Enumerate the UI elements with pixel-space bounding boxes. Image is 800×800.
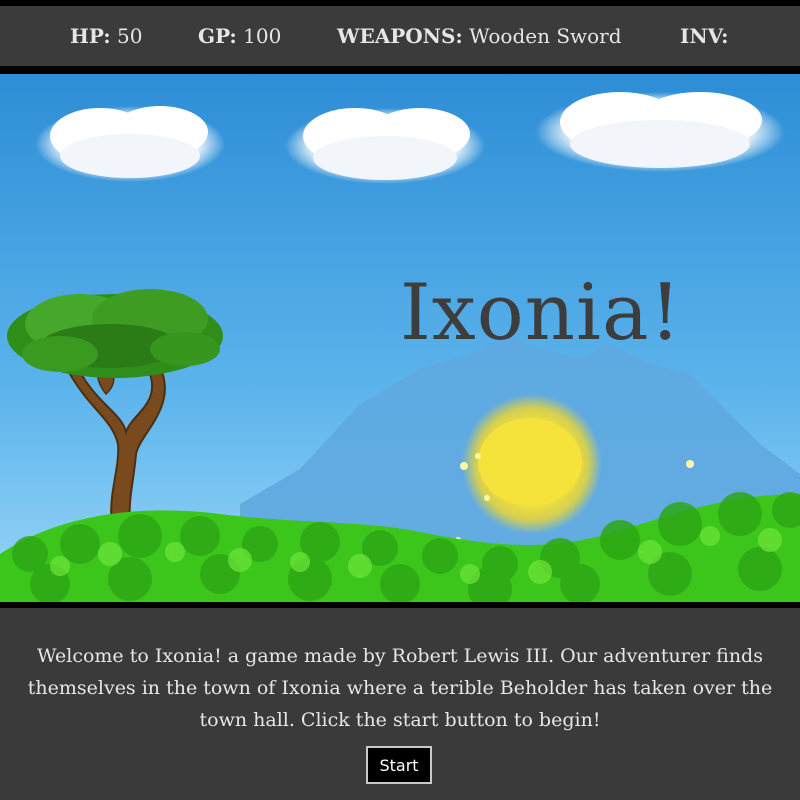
cloud-left bbox=[35, 106, 225, 182]
hp-stat: HP: 50 bbox=[70, 24, 142, 48]
weapons-value: Wooden Sword bbox=[469, 24, 622, 48]
weapons-label: WEAPONS: bbox=[337, 24, 463, 48]
stats-bar: HP: 50 GP: 100 WEAPONS: Wooden Sword INV… bbox=[0, 6, 800, 66]
cloud-middle bbox=[285, 108, 485, 184]
game-title: Ixonia! bbox=[400, 268, 682, 358]
hp-value: 50 bbox=[116, 24, 143, 48]
weapons-stat: WEAPONS: Wooden Sword bbox=[337, 24, 622, 48]
inventory-label: INV: bbox=[680, 24, 729, 48]
intro-text: Welcome to Ixonia! a game made by Robert… bbox=[27, 645, 773, 731]
cloud-right bbox=[535, 92, 785, 172]
scene-bottom-border bbox=[0, 602, 800, 608]
hp-label: HP: bbox=[70, 24, 111, 48]
gp-label: GP: bbox=[198, 24, 237, 48]
gp-stat: GP: 100 bbox=[198, 24, 281, 48]
inventory-stat: INV: bbox=[680, 24, 729, 48]
gp-value: 100 bbox=[243, 24, 282, 48]
game-scene: Ixonia! bbox=[0, 74, 800, 602]
start-button[interactable]: Start bbox=[366, 746, 432, 784]
scene-top-border bbox=[0, 66, 800, 74]
